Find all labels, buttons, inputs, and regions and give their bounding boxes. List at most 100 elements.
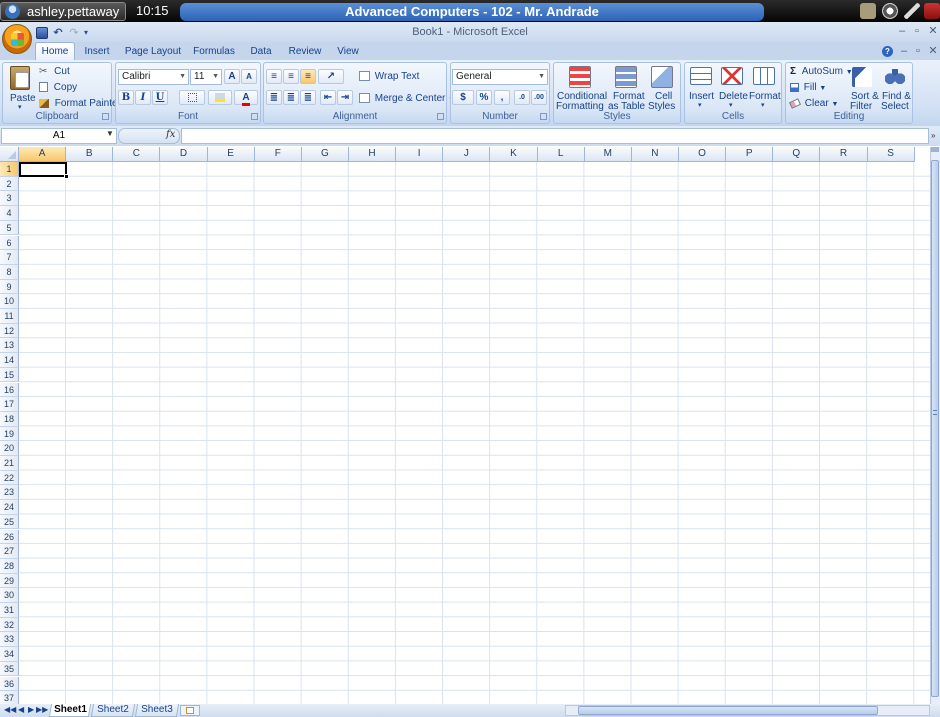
clipboard-launcher-icon[interactable] — [102, 113, 109, 120]
row-header-20[interactable]: 20 — [0, 441, 19, 456]
number-format-select[interactable]: General ▼ — [452, 69, 548, 85]
row-header-6[interactable]: 6 — [0, 235, 19, 251]
next-sheet-icon[interactable]: ▶ — [28, 705, 34, 714]
cells-area[interactable] — [19, 162, 930, 704]
align-left-button[interactable]: ≣ — [266, 90, 282, 105]
format-as-table-button[interactable]: Format as Table — [606, 64, 646, 112]
column-header-q[interactable]: Q — [773, 147, 821, 162]
tab-page-layout[interactable]: Page Layout — [124, 44, 182, 61]
column-header-b[interactable]: B — [66, 147, 114, 162]
align-right-button[interactable]: ≣ — [300, 90, 316, 105]
row-header-36[interactable]: 36 — [0, 676, 19, 692]
name-box-dropdown-icon[interactable]: ▼ — [106, 129, 114, 138]
tab-view[interactable]: View — [334, 44, 362, 61]
formula-input[interactable] — [181, 128, 929, 144]
copy-button[interactable]: Copy — [39, 82, 77, 93]
column-header-m[interactable]: M — [584, 147, 632, 162]
cell-styles-button[interactable]: Cell Styles — [646, 64, 678, 112]
row-header-29[interactable]: 29 — [0, 573, 19, 589]
sort-filter-button[interactable]: Sort & Filter — [848, 64, 879, 112]
tray-pen-icon[interactable] — [904, 3, 920, 19]
font-launcher-icon[interactable] — [251, 113, 258, 120]
row-header-31[interactable]: 31 — [0, 603, 19, 618]
shrink-font-button[interactable]: A — [241, 69, 257, 84]
row-header-5[interactable]: 5 — [0, 220, 19, 236]
row-header-12[interactable]: 12 — [0, 323, 19, 339]
column-header-s[interactable]: S — [867, 147, 915, 162]
sheet-tab-2[interactable]: Sheet2 — [90, 704, 136, 717]
split-box[interactable] — [931, 147, 939, 152]
fill-color-button[interactable] — [208, 90, 232, 105]
row-header-25[interactable]: 25 — [0, 514, 19, 530]
row-header-3[interactable]: 3 — [0, 191, 19, 207]
tab-formulas[interactable]: Formulas — [192, 44, 236, 61]
column-header-r[interactable]: R — [820, 147, 868, 162]
row-header-9[interactable]: 9 — [0, 279, 19, 295]
decrease-decimal-button[interactable]: .00 — [531, 90, 547, 105]
tab-home[interactable]: Home — [35, 42, 75, 61]
help-icon[interactable]: ? — [882, 46, 893, 57]
row-header-16[interactable]: 16 — [0, 382, 19, 398]
row-header-32[interactable]: 32 — [0, 617, 19, 633]
row-header-17[interactable]: 17 — [0, 397, 19, 412]
horizontal-scroll-thumb[interactable] — [578, 706, 878, 715]
sheet-tab-3[interactable]: Sheet3 — [134, 704, 180, 717]
row-header-28[interactable]: 28 — [0, 558, 19, 574]
row-header-37[interactable]: 37 — [0, 691, 19, 704]
cut-button[interactable]: ✂ Cut — [39, 66, 70, 77]
office-button[interactable] — [2, 24, 32, 54]
restore-button[interactable]: ▫ — [909, 24, 925, 39]
row-header-23[interactable]: 23 — [0, 485, 19, 501]
prev-sheet-icon[interactable]: ◀ — [18, 705, 24, 714]
row-header-8[interactable]: 8 — [0, 264, 19, 280]
expand-formula-bar-icon[interactable]: » — [931, 128, 940, 144]
currency-button[interactable]: $ — [452, 90, 474, 105]
row-header-4[interactable]: 4 — [0, 206, 19, 221]
tray-app-icon[interactable] — [860, 3, 876, 19]
increase-decimal-button[interactable]: .0 — [514, 90, 530, 105]
font-name-select[interactable]: Calibri ▼ — [118, 69, 189, 85]
column-header-k[interactable]: K — [490, 147, 538, 162]
fill-button[interactable]: Fill ▼ — [790, 82, 826, 93]
first-sheet-icon[interactable]: ◀◀ — [4, 705, 16, 714]
vertical-scroll-thumb[interactable] — [931, 160, 939, 697]
wrap-text-button[interactable]: Wrap Text — [359, 71, 419, 82]
alignment-launcher-icon[interactable] — [437, 113, 444, 120]
column-header-h[interactable]: H — [348, 147, 397, 162]
row-header-33[interactable]: 33 — [0, 632, 19, 648]
conditional-formatting-button[interactable]: Conditional Formatting — [556, 64, 607, 112]
column-header-n[interactable]: N — [631, 147, 679, 162]
select-all-button[interactable] — [0, 147, 19, 162]
align-middle-button[interactable]: ≡ — [283, 69, 299, 84]
ribbon-restore-button[interactable]: ▫ — [910, 44, 926, 59]
row-header-1[interactable]: 1 — [0, 162, 19, 177]
row-header-7[interactable]: 7 — [0, 250, 19, 265]
underline-button[interactable]: U — [152, 90, 168, 105]
merge-center-button[interactable]: Merge & Center ▼ — [359, 93, 455, 104]
decrease-indent-button[interactable]: ⇤ — [320, 90, 336, 105]
row-header-27[interactable]: 27 — [0, 544, 19, 559]
font-size-select[interactable]: 11 ▼ — [190, 69, 222, 85]
percent-button[interactable]: % — [476, 90, 492, 105]
align-center-button[interactable]: ≣ — [283, 90, 299, 105]
tab-review[interactable]: Review — [286, 44, 324, 61]
column-header-p[interactable]: P — [726, 147, 774, 162]
align-top-button[interactable]: ≡ — [266, 69, 282, 84]
tab-insert[interactable]: Insert — [80, 44, 114, 61]
close-button[interactable]: ✕ — [925, 24, 940, 39]
row-header-11[interactable]: 11 — [0, 309, 19, 324]
tray-disc-icon[interactable] — [882, 3, 898, 19]
column-header-f[interactable]: F — [254, 147, 302, 162]
column-header-c[interactable]: C — [113, 147, 161, 162]
sheet-tab-1[interactable]: Sheet1 — [48, 704, 92, 717]
tab-data[interactable]: Data — [248, 44, 274, 61]
name-box[interactable]: A1 — [1, 128, 117, 144]
bold-button[interactable]: B — [118, 90, 134, 105]
row-header-19[interactable]: 19 — [0, 426, 19, 442]
delete-cells-button[interactable]: Delete ▾ — [717, 64, 748, 112]
autosum-button[interactable]: Σ AutoSum ▼ — [790, 66, 853, 77]
column-header-g[interactable]: G — [301, 147, 349, 162]
row-header-14[interactable]: 14 — [0, 353, 19, 368]
align-bottom-button[interactable]: ≡ — [300, 69, 316, 84]
row-header-13[interactable]: 13 — [0, 338, 19, 354]
